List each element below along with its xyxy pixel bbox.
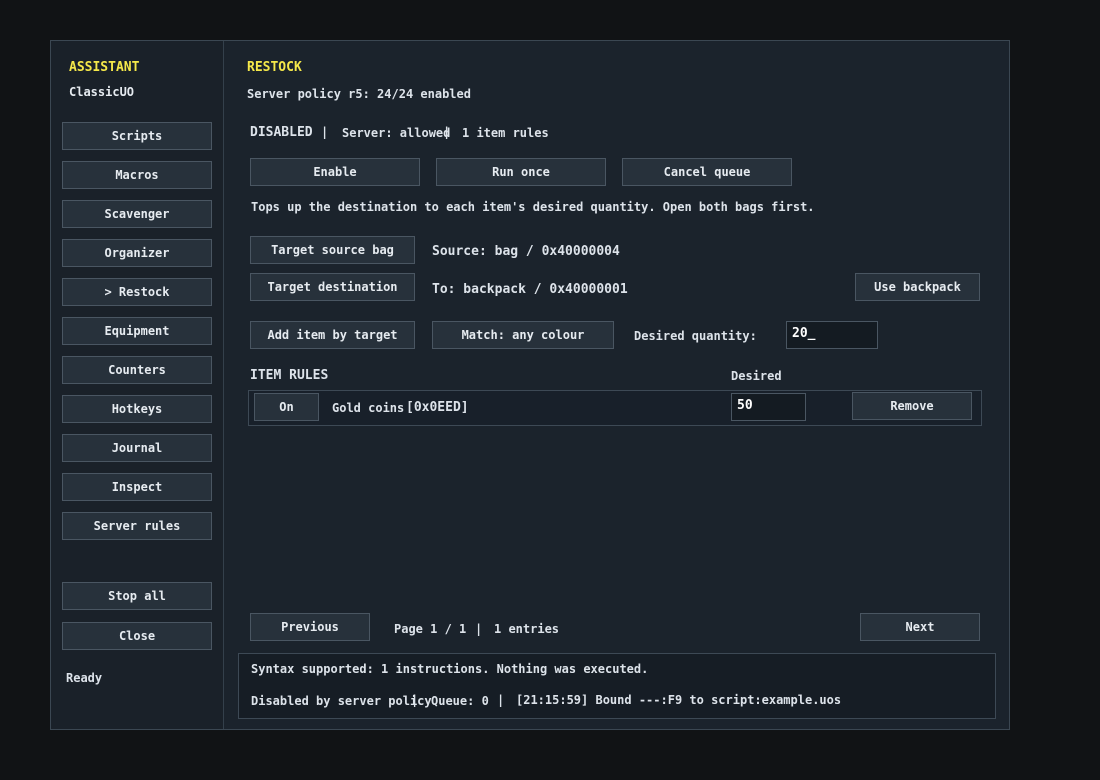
console-message: Syntax supported: 1 instructions. Nothin… <box>251 662 649 676</box>
target-source-bag-button[interactable]: Target source bag <box>250 236 415 264</box>
target-destination-button[interactable]: Target destination <box>250 273 415 301</box>
rule-desired-input[interactable]: 50 <box>731 393 806 421</box>
remove-rule-button[interactable]: Remove <box>852 392 972 420</box>
state-badge: DISABLED <box>250 125 313 140</box>
sidebar-item-hotkeys[interactable]: Hotkeys <box>62 395 212 423</box>
sidebar-item-journal[interactable]: Journal <box>62 434 212 462</box>
desired-quantity-label: Desired quantity: <box>634 329 757 343</box>
close-button[interactable]: Close <box>62 622 212 650</box>
status-text: Ready <box>66 671 103 685</box>
server-status: Server: allowed <box>342 126 451 140</box>
description-text: Tops up the destination to each item's d… <box>251 200 815 214</box>
add-item-by-target-button[interactable]: Add item by target <box>250 321 415 349</box>
sidebar-item-restock[interactable]: > Restock <box>62 278 212 306</box>
app-subtitle: ClassicUO <box>69 85 135 99</box>
sidebar-item-equipment[interactable]: Equipment <box>62 317 212 345</box>
console-status: Disabled by server policy <box>251 694 432 708</box>
source-text: Source: bag / 0x40000004 <box>432 244 620 259</box>
sidebar-item-scripts[interactable]: Scripts <box>62 122 212 150</box>
sidebar-item-macros[interactable]: Macros <box>62 161 212 189</box>
run-once-button[interactable]: Run once <box>436 158 606 186</box>
table-row: On Gold coins [0x0EED] 50 Remove <box>248 390 982 426</box>
app-title: ASSISTANT <box>69 60 140 75</box>
output-console: Syntax supported: 1 instructions. Nothin… <box>238 653 996 719</box>
sidebar: ASSISTANT ClassicUO Scripts Macros Scave… <box>51 41 224 729</box>
previous-page-button[interactable]: Previous <box>250 613 370 641</box>
separator: | <box>497 693 505 707</box>
rule-item-id: [0x0EED] <box>406 400 469 415</box>
enable-button[interactable]: Enable <box>250 158 420 186</box>
page-indicator: Page 1 / 1 <box>394 622 467 636</box>
queue-count: Queue: 0 <box>431 694 489 708</box>
sidebar-item-counters[interactable]: Counters <box>62 356 212 384</box>
rule-toggle-button[interactable]: On <box>254 393 319 421</box>
separator: | <box>475 622 483 636</box>
next-page-button[interactable]: Next <box>860 613 980 641</box>
use-backpack-button[interactable]: Use backpack <box>855 273 980 301</box>
console-log: [21:15:59] Bound ---:F9 to script:exampl… <box>516 693 842 707</box>
sidebar-item-server-rules[interactable]: Server rules <box>62 512 212 540</box>
item-rules-header: ITEM RULES <box>250 368 329 383</box>
rule-item-name: Gold coins <box>332 401 405 415</box>
desired-quantity-input[interactable]: 20_ <box>786 321 878 349</box>
policy-text: Server policy r5: 24/24 enabled <box>247 87 471 101</box>
desired-column-header: Desired <box>731 369 782 383</box>
assistant-window: ASSISTANT ClassicUO Scripts Macros Scave… <box>50 40 1010 730</box>
match-colour-button[interactable]: Match: any colour <box>432 321 614 349</box>
destination-text: To: backpack / 0x40000001 <box>432 282 628 297</box>
separator: | <box>321 125 329 139</box>
sidebar-item-organizer[interactable]: Organizer <box>62 239 212 267</box>
stop-all-button[interactable]: Stop all <box>62 582 212 610</box>
page-title: RESTOCK <box>247 60 302 75</box>
cancel-queue-button[interactable]: Cancel queue <box>622 158 792 186</box>
separator: | <box>411 693 419 707</box>
restock-panel: RESTOCK Server policy r5: 24/24 enabled … <box>224 41 1009 729</box>
sidebar-item-scavenger[interactable]: Scavenger <box>62 200 212 228</box>
rule-count: 1 item rules <box>462 126 549 140</box>
entries-count: 1 entries <box>494 622 560 636</box>
sidebar-item-inspect[interactable]: Inspect <box>62 473 212 501</box>
separator: | <box>443 125 451 139</box>
